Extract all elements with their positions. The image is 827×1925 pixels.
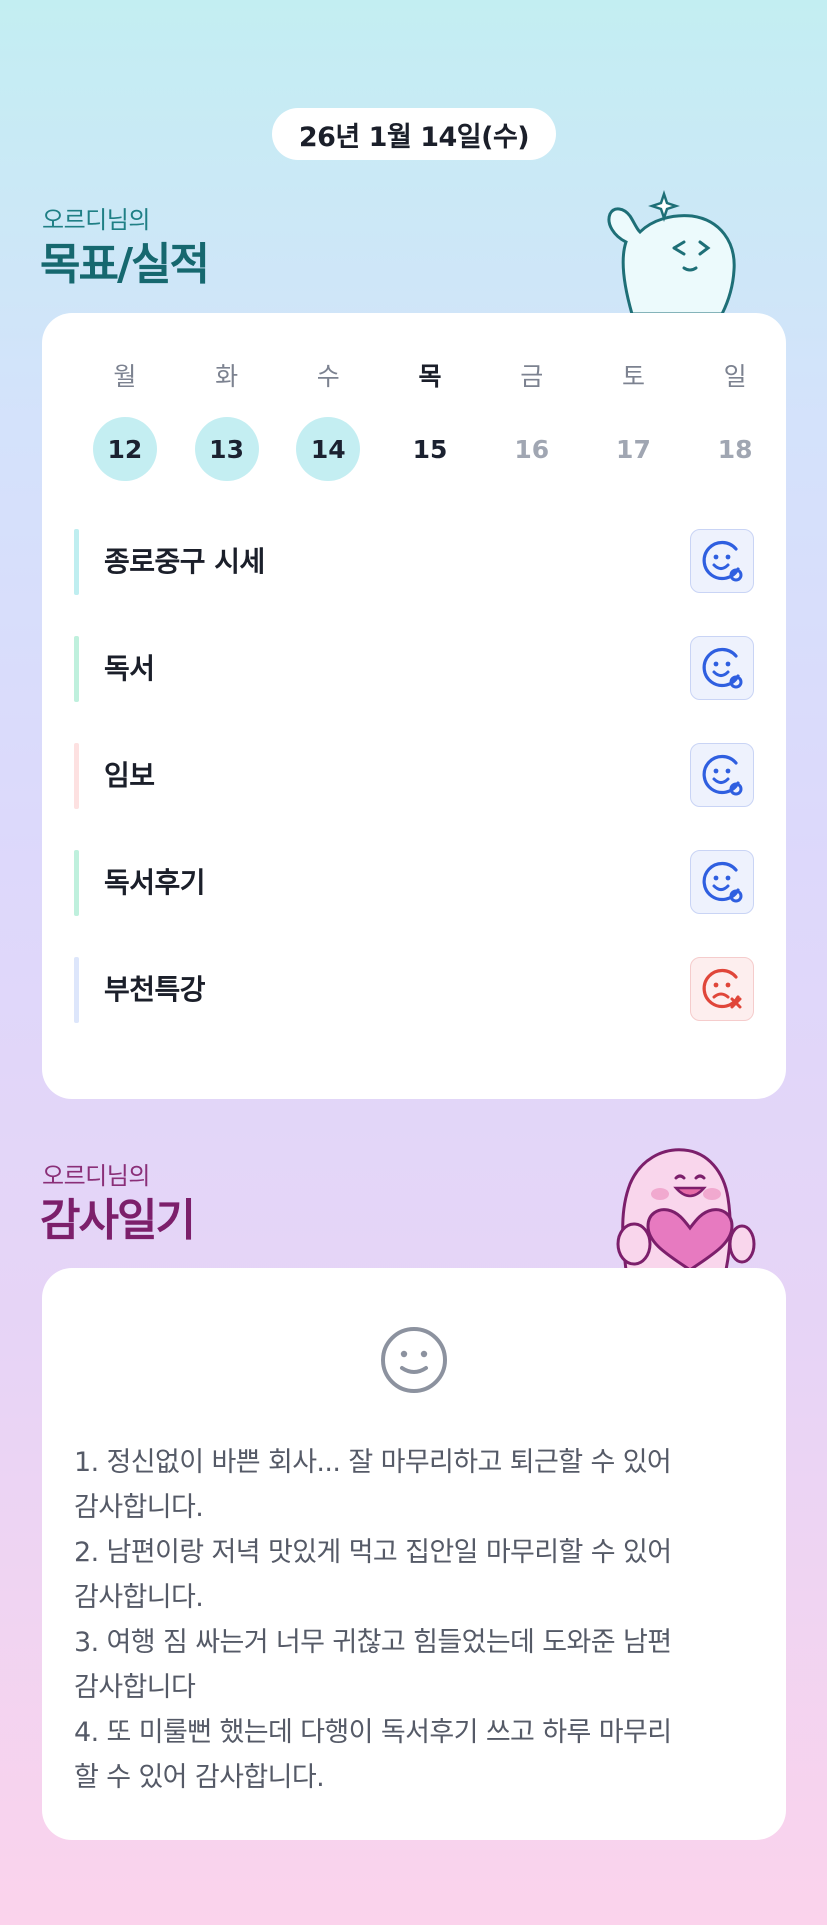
goal-color-bar xyxy=(74,743,79,809)
day-name: 수 xyxy=(316,362,340,391)
goal-color-bar xyxy=(74,636,79,702)
diary-line: 감사합니다. xyxy=(74,1492,204,1523)
date-header[interactable]: 26년 1월 14일(수) xyxy=(272,108,556,160)
day-name: 화 xyxy=(215,362,239,391)
diary-line: 3. 여행 짐 싸는거 너무 귀찮고 힘들었는데 도와준 남편 xyxy=(74,1627,672,1658)
goal-item[interactable]: 종로중구 시세 xyxy=(74,529,754,595)
day-name: 일 xyxy=(723,362,747,391)
goal-item[interactable]: 독서후기 xyxy=(74,850,754,916)
calendar-day[interactable]: 월 12 xyxy=(74,359,176,481)
diary-line: 4. 또 미룰뻔 했는데 다행이 독서후기 쓰고 하루 마무리 xyxy=(74,1717,672,1748)
day-name: 금 xyxy=(520,362,544,391)
day-name: 월 xyxy=(113,362,137,391)
smile-face-icon[interactable] xyxy=(690,743,754,807)
diary-line: 감사합니다. xyxy=(74,1582,204,1613)
smile-face-icon[interactable] xyxy=(690,850,754,914)
day-number: 17 xyxy=(616,434,651,464)
goal-color-bar xyxy=(74,850,79,916)
calendar-day[interactable]: 수 14 xyxy=(277,359,379,481)
goal-color-bar xyxy=(74,957,79,1023)
goals-card: 월 12 화 13 수 14 목 15 금 16 토 17 일 18 종로중구 시세독서임보독서후기부천특… xyxy=(42,313,786,1099)
goal-item[interactable]: 부천특강 xyxy=(74,957,754,1023)
week-calendar: 월 12 화 13 수 14 목 15 금 16 토 17 일 18 xyxy=(74,359,786,481)
thanks-diary-text: 1. 정신없이 바쁜 회사... 잘 마무리하고 퇴근할 수 있어감사합니다. 2… xyxy=(74,1440,764,1800)
goal-label: 부천특강 xyxy=(104,973,206,1006)
calendar-day[interactable]: 토 17 xyxy=(583,359,685,481)
calendar-day[interactable]: 화 13 xyxy=(176,359,278,481)
day-number: 18 xyxy=(717,434,753,464)
goal-label: 종로중구 시세 xyxy=(104,545,265,578)
goal-item[interactable]: 임보 xyxy=(74,743,754,809)
calendar-day[interactable]: 금 16 xyxy=(481,359,583,481)
day-number: 14 xyxy=(296,417,361,481)
goal-label: 독서후기 xyxy=(104,866,206,899)
diary-line: 1. 정신없이 바쁜 회사... 잘 마무리하고 퇴근할 수 있어 xyxy=(74,1447,672,1478)
diary-line: 2. 남편이랑 저녁 맛있게 먹고 집안일 마무리할 수 있어 xyxy=(74,1537,672,1568)
calendar-day[interactable]: 일 18 xyxy=(684,359,786,481)
goal-label: 독서 xyxy=(104,652,155,685)
goal-item[interactable]: 독서 xyxy=(74,636,754,702)
sad-face-x-icon[interactable] xyxy=(690,957,754,1021)
day-name: 토 xyxy=(621,362,645,391)
smile-face-icon[interactable] xyxy=(690,636,754,700)
neutral-smile-icon xyxy=(381,1327,447,1393)
day-name: 목 xyxy=(418,362,442,391)
mascot-heart-icon xyxy=(616,1148,756,1270)
day-number: 12 xyxy=(92,417,157,481)
mascot-waving-icon xyxy=(607,190,736,314)
day-number: 16 xyxy=(514,434,550,464)
thanks-card: 1. 정신없이 바쁜 회사... 잘 마무리하고 퇴근할 수 있어감사합니다. 2… xyxy=(42,1268,786,1840)
day-number: 13 xyxy=(194,417,259,481)
day-number: 15 xyxy=(412,434,448,464)
goal-color-bar xyxy=(74,529,79,595)
diary-line: 감사합니다 xyxy=(74,1672,196,1703)
goal-list: 종로중구 시세독서임보독서후기부천특강 xyxy=(74,529,754,1064)
smile-face-icon[interactable] xyxy=(690,529,754,593)
goal-label: 임보 xyxy=(104,759,155,792)
thanks-section-title: 감사일기 xyxy=(40,1195,196,1246)
calendar-day[interactable]: 목 15 xyxy=(379,359,481,481)
diary-line: 할 수 있어 감사합니다. xyxy=(74,1762,325,1793)
goals-section-title: 목표/실적 xyxy=(40,239,210,290)
